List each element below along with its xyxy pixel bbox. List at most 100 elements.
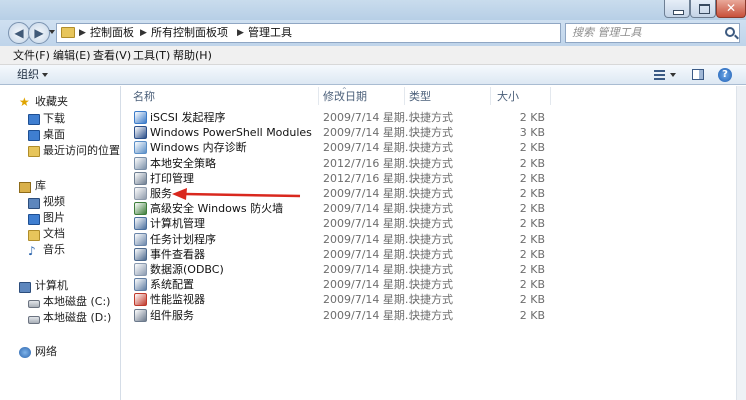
file-name[interactable]: iSCSI 发起程序 [150,110,225,125]
breadcrumb-admin-tools[interactable]: 管理工具 [248,24,292,42]
file-list: ⌃ 名称 修改日期 类型 大小 iSCSI 发起程序 2009/7/14 星期..… [122,86,736,400]
menu-edit[interactable]: 编辑(E) [51,46,93,65]
file-date: 2009/7/14 星期... [323,111,416,124]
nav-documents[interactable]: 文档 [43,226,65,242]
help-icon[interactable]: ? [718,68,732,82]
column-divider[interactable] [404,87,405,105]
chevron-right-icon[interactable]: ▶ [140,24,147,42]
column-header-name[interactable]: 名称 [133,90,155,104]
breadcrumb-all-items[interactable]: 所有控制面板项 [151,24,228,42]
file-name[interactable]: 数据源(ODBC) [150,262,224,277]
file-type: 快捷方式 [409,263,453,276]
file-row[interactable]: 高级安全 Windows 防火墙 2009/7/14 星期... 快捷方式 2 KB [122,201,562,216]
file-size: 2 KB [519,156,545,170]
file-name[interactable]: 打印管理 [150,171,194,186]
performance-monitor-icon [134,293,147,307]
file-size: 2 KB [519,232,545,246]
recent-pages-dropdown-icon[interactable] [49,30,55,34]
breadcrumb-control-panel[interactable]: 控制面板 [90,24,134,42]
search-input[interactable]: 搜索 管理工具 [565,23,740,43]
file-name[interactable]: 组件服务 [150,308,194,323]
address-bar[interactable]: ▶ 控制面板 ▶ 所有控制面板项 ▶ 管理工具 ▼ ⟳ [56,23,616,43]
nav-favorites[interactable]: 收藏夹 [35,94,68,110]
file-row[interactable]: 事件查看器 2009/7/14 星期... 快捷方式 2 KB [122,247,562,262]
title-bar: ✕ [0,0,746,20]
column-divider[interactable] [490,87,491,105]
file-size: 2 KB [519,187,545,200]
file-row[interactable]: 任务计划程序 2009/7/14 星期... 快捷方式 2 KB [122,232,562,247]
menu-file[interactable]: 文件(F) [11,46,52,65]
security-policy-icon [134,156,147,170]
nav-recent-places[interactable]: 最近访问的位置 [43,143,120,159]
chevron-right-icon[interactable]: ▶ [79,24,86,42]
file-size: 2 KB [519,171,545,185]
close-button[interactable]: ✕ [716,0,746,18]
file-name[interactable]: 计算机管理 [150,216,205,231]
column-header-type[interactable]: 类型 [409,90,431,104]
nav-network[interactable]: 网络 [35,344,57,360]
file-name[interactable]: 事件查看器 [150,247,205,262]
file-row[interactable]: 服务 2009/7/14 星期... 快捷方式 2 KB [122,186,562,201]
powershell-icon [134,126,147,140]
file-size: 2 KB [519,247,545,261]
column-header-date[interactable]: 修改日期 [323,90,367,104]
file-row[interactable]: Windows PowerShell Modules 2009/7/14 星期..… [122,125,562,140]
file-type: 快捷方式 [409,126,453,140]
drive-c-icon [28,300,40,308]
nav-drive-c[interactable]: 本地磁盘 (C:) [43,294,110,310]
vertical-scrollbar[interactable] [736,86,746,400]
command-bar: 组织 ? [0,65,746,85]
menu-tools[interactable]: 工具(T) [131,46,172,65]
back-button[interactable]: ◀ [8,22,30,44]
nav-pictures[interactable]: 图片 [43,210,65,226]
minimize-button[interactable] [664,0,690,18]
file-name[interactable]: 系统配置 [150,277,194,292]
file-type: 快捷方式 [409,141,453,155]
file-name[interactable]: Windows PowerShell Modules [150,125,312,140]
view-options-icon[interactable] [654,70,665,80]
file-name[interactable]: 服务 [150,186,172,201]
maximize-button[interactable] [690,0,716,18]
chevron-down-icon[interactable] [42,73,48,77]
nav-desktop[interactable]: 桌面 [43,127,65,143]
file-type: 快捷方式 [409,187,453,200]
preview-pane-icon[interactable] [692,69,704,80]
file-name[interactable]: 任务计划程序 [150,232,216,247]
file-row[interactable]: 系统配置 2009/7/14 星期... 快捷方式 2 KB [122,277,562,292]
nav-computer[interactable]: 计算机 [35,278,68,294]
libraries-icon [19,182,31,193]
file-name[interactable]: 本地安全策略 [150,156,216,171]
nav-downloads[interactable]: 下载 [43,111,65,127]
file-type: 快捷方式 [409,171,453,185]
file-size: 2 KB [519,263,545,276]
file-row[interactable]: 打印管理 2012/7/16 星期... 快捷方式 2 KB [122,171,562,186]
nav-libraries[interactable]: 库 [35,178,46,194]
search-icon[interactable] [725,27,735,37]
organize-button[interactable]: 组织 [17,65,39,85]
column-divider[interactable] [318,87,319,105]
component-services-icon [134,308,147,322]
file-row[interactable]: 计算机管理 2009/7/14 星期... 快捷方式 2 KB [122,216,562,231]
file-name[interactable]: Windows 内存诊断 [150,140,247,155]
nav-videos[interactable]: 视频 [43,194,65,210]
file-row[interactable]: 数据源(ODBC) 2009/7/14 星期... 快捷方式 2 KB [122,262,562,277]
column-divider[interactable] [550,87,551,105]
file-row[interactable]: Windows 内存诊断 2009/7/14 星期... 快捷方式 2 KB [122,140,562,155]
nav-drive-d[interactable]: 本地磁盘 (D:) [43,310,111,326]
file-type: 快捷方式 [409,232,453,246]
forward-button[interactable]: ▶ [28,22,50,44]
file-name[interactable]: 性能监视器 [150,292,205,307]
file-date: 2009/7/14 星期... [323,187,416,200]
file-size: 2 KB [519,293,545,307]
menu-help[interactable]: 帮助(H) [171,46,214,65]
chevron-right-icon[interactable]: ▶ [237,24,244,42]
chevron-down-icon[interactable] [670,73,676,77]
file-row[interactable]: 本地安全策略 2012/7/16 星期... 快捷方式 2 KB [122,156,562,171]
file-name[interactable]: 高级安全 Windows 防火墙 [150,201,283,216]
file-row[interactable]: 性能监视器 2009/7/14 星期... 快捷方式 2 KB [122,292,562,307]
column-header-size[interactable]: 大小 [497,90,519,104]
file-row[interactable]: iSCSI 发起程序 2009/7/14 星期... 快捷方式 2 KB [122,110,562,125]
nav-music[interactable]: 音乐 [43,242,65,258]
menu-view[interactable]: 查看(V) [91,46,133,65]
file-row[interactable]: 组件服务 2009/7/14 星期... 快捷方式 2 KB [122,308,562,323]
